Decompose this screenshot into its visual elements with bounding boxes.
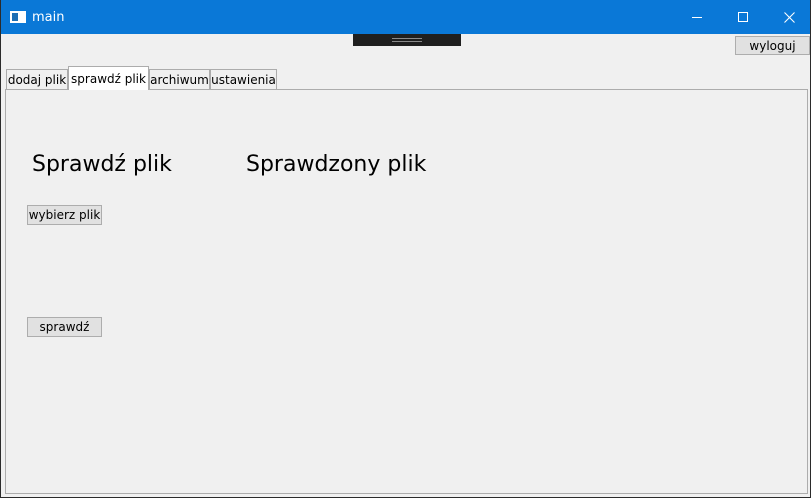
maximize-button[interactable] — [720, 0, 766, 34]
minimize-button[interactable] — [674, 0, 720, 34]
tab-archive[interactable]: archiwum — [149, 69, 210, 89]
window-title: main — [32, 10, 65, 25]
grip-line — [392, 41, 422, 42]
minimize-icon — [692, 17, 702, 18]
tab-check-file[interactable]: sprawdź plik — [68, 66, 149, 90]
close-icon — [783, 11, 795, 23]
verify-button[interactable]: sprawdź — [27, 317, 102, 337]
app-window-icon — [10, 11, 26, 23]
close-button[interactable] — [766, 0, 810, 34]
tab-add-file[interactable]: dodaj plik — [6, 69, 68, 89]
maximize-icon — [738, 12, 748, 22]
check-file-panel: Sprawdź plik Sprawdzony plik wybierz pli… — [5, 89, 808, 494]
grip-line — [392, 38, 422, 39]
title-bar[interactable]: main — [1, 0, 810, 34]
tab-settings[interactable]: ustawienia — [210, 69, 277, 89]
checked-file-heading: Sprawdzony plik — [246, 152, 427, 177]
main-window: main wyloguj dodaj plik sprawdź plik arc… — [0, 0, 811, 498]
choose-file-button[interactable]: wybierz plik — [27, 205, 102, 225]
check-file-heading: Sprawdź plik — [32, 152, 172, 177]
debug-toolbar-handle[interactable] — [353, 34, 461, 46]
logout-button[interactable]: wyloguj — [735, 36, 810, 55]
